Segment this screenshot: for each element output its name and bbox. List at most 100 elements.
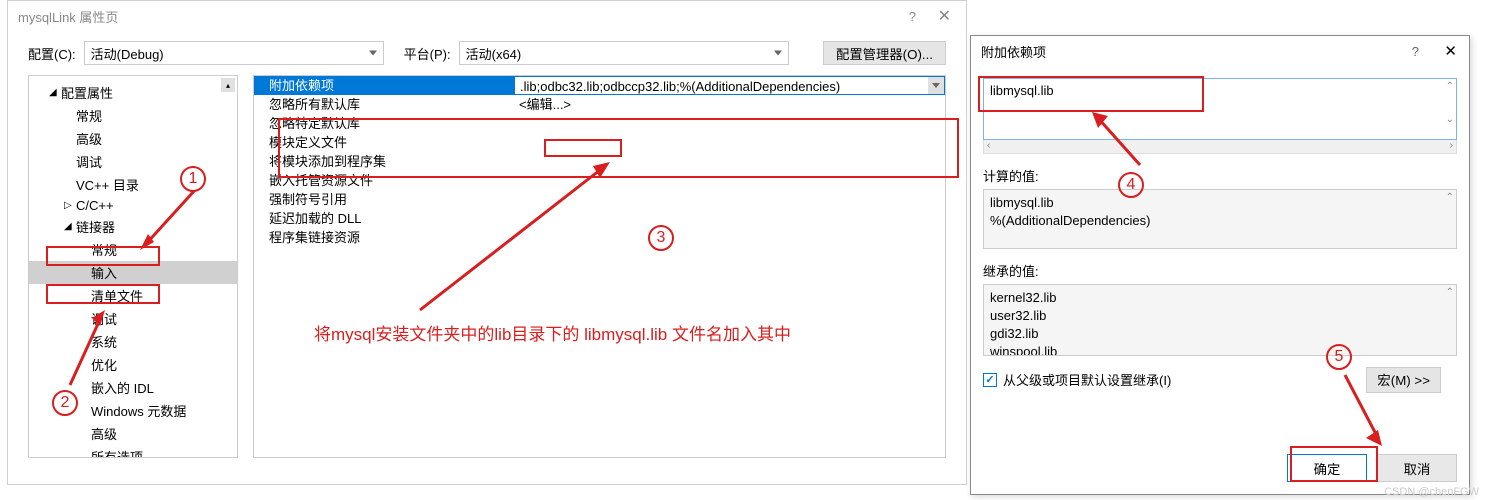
grid-label: 附加依赖项 — [254, 76, 514, 95]
tree-item-label: 系统 — [91, 332, 117, 351]
tree-item[interactable]: 高级 — [29, 422, 237, 445]
cancel-button[interactable]: 取消 — [1377, 454, 1457, 482]
dialog-help-icon[interactable]: ? — [1412, 44, 1419, 59]
property-page-window: mysqlLink 属性页 ? ✕ 配置(C): 活动(Debug) 平台(P)… — [7, 0, 967, 485]
titlebar: mysqlLink 属性页 ? ✕ — [8, 1, 966, 31]
grid-row[interactable]: 忽略特定默认库 — [254, 114, 945, 133]
tree-item-label: Windows 元数据 — [91, 401, 186, 420]
grid-label: 强制符号引用 — [254, 190, 514, 209]
grid-row[interactable]: 忽略所有默认库<编辑...> — [254, 95, 945, 114]
tree-panel: ▴ ◢配置属性常规高级调试VC++ 目录▷C/C++◢链接器常规输入清单文件调试… — [28, 75, 238, 458]
macro-button[interactable]: 宏(M) >> — [1366, 367, 1441, 393]
grid-value[interactable] — [514, 171, 945, 190]
tree-item[interactable]: 输入 — [29, 261, 237, 284]
deps-input-value: libmysql.lib — [990, 83, 1054, 98]
grid-row[interactable]: 将模块添加到程序集 — [254, 152, 945, 171]
tree-arrow-icon: ▷ — [64, 200, 74, 211]
grid-label: 程序集链接资源 — [254, 228, 514, 247]
tree-item[interactable]: 高级 — [29, 127, 237, 150]
window-title: mysqlLink 属性页 — [18, 7, 956, 26]
tree-item[interactable]: 系统 — [29, 330, 237, 353]
config-value: 活动(Debug) — [91, 44, 164, 63]
grid-value[interactable] — [514, 190, 945, 209]
grid-row[interactable]: 延迟加载的 DLL — [254, 209, 945, 228]
inherit-value-line: gdi32.lib — [990, 325, 1450, 343]
tree-item-label: 嵌入的 IDL — [91, 378, 154, 397]
tree-item[interactable]: 常规 — [29, 104, 237, 127]
inherit-checkbox[interactable]: ✓ — [983, 373, 997, 387]
help-icon[interactable]: ? — [909, 9, 916, 24]
inherit-checkbox-label: 从父级或项目默认设置继承(I) — [1003, 370, 1171, 389]
scroll-up-icon[interactable]: ⌃ — [1446, 287, 1454, 298]
tree-item-label: 常规 — [76, 106, 102, 125]
config-select[interactable]: 活动(Debug) — [84, 41, 384, 65]
grid-value[interactable] — [514, 209, 945, 228]
scroll-up-icon[interactable]: ⌃ — [1446, 81, 1454, 92]
grid-row[interactable]: 附加依赖项.lib;odbc32.lib;odbccp32.lib;%(Addi… — [254, 76, 945, 95]
tree-item[interactable]: VC++ 目录 — [29, 173, 237, 196]
calc-values-box: ⌃ libmysql.lib%(AdditionalDependencies) — [983, 189, 1457, 249]
grid-value[interactable]: .lib;odbc32.lib;odbccp32.lib;%(Additiona… — [514, 76, 945, 95]
tree-item[interactable]: 清单文件 — [29, 284, 237, 307]
tree-item-label: 调试 — [91, 309, 117, 328]
tree-item[interactable]: 所有选项 — [29, 445, 237, 457]
chevron-down-icon[interactable] — [928, 77, 944, 94]
grid-value[interactable] — [514, 152, 945, 171]
ok-button[interactable]: 确定 — [1287, 454, 1367, 482]
grid-value[interactable] — [514, 228, 945, 247]
tree-item[interactable]: 调试 — [29, 150, 237, 173]
tree-item[interactable]: ▷C/C++ — [29, 196, 237, 215]
inherit-value-line: winspool.lib — [990, 343, 1450, 356]
dialog-close-icon[interactable]: ✕ — [1444, 42, 1457, 60]
tree-item[interactable]: 优化 — [29, 353, 237, 376]
tree-item-label: 调试 — [76, 152, 102, 171]
tree-item-label: VC++ 目录 — [76, 175, 139, 194]
grid-value[interactable] — [514, 133, 945, 152]
tree-item[interactable]: ◢链接器 — [29, 215, 237, 238]
grid-row[interactable]: 模块定义文件 — [254, 133, 945, 152]
h-scrollbar[interactable]: ‹› — [983, 140, 1457, 154]
close-icon[interactable]: ✕ — [938, 6, 951, 26]
deps-input[interactable]: libmysql.lib ⌃ ⌄ — [983, 78, 1457, 140]
tree-arrow-icon: ◢ — [64, 221, 74, 232]
grid-row[interactable]: 程序集链接资源 — [254, 228, 945, 247]
calc-value-line: libmysql.lib — [990, 194, 1450, 212]
tree-item-label: 清单文件 — [91, 286, 143, 305]
inherit-checkbox-row: ✓ 从父级或项目默认设置继承(I) 宏(M) >> — [983, 370, 1457, 389]
dialog-body: libmysql.lib ⌃ ⌄ ‹› 计算的值: ⌃ libmysql.lib… — [971, 66, 1469, 389]
inherit-values-box: ⌃ kernel32.libuser32.libgdi32.libwinspoo… — [983, 284, 1457, 356]
dialog-title: 附加依赖项 — [981, 42, 1046, 61]
platform-label: 平台(P): — [404, 44, 451, 63]
grid-label: 忽略特定默认库 — [254, 114, 514, 133]
tree-item[interactable]: 嵌入的 IDL — [29, 376, 237, 399]
grid-row[interactable]: 嵌入托管资源文件 — [254, 171, 945, 190]
scroll-up-icon[interactable]: ⌃ — [1446, 192, 1454, 203]
tree-item-label: 链接器 — [76, 217, 115, 236]
config-label: 配置(C): — [28, 44, 76, 63]
inherit-value-line: kernel32.lib — [990, 289, 1450, 307]
dialog-titlebar: 附加依赖项 ? ✕ — [971, 36, 1469, 66]
tree-item[interactable]: 调试 — [29, 307, 237, 330]
grid-label: 将模块添加到程序集 — [254, 152, 514, 171]
grid-value[interactable]: <编辑...> — [514, 95, 945, 114]
grid-row[interactable]: 强制符号引用 — [254, 190, 945, 209]
calc-value-line: %(AdditionalDependencies) — [990, 212, 1450, 230]
platform-select[interactable]: 活动(x64) — [459, 41, 789, 65]
main-content: ▴ ◢配置属性常规高级调试VC++ 目录▷C/C++◢链接器常规输入清单文件调试… — [8, 75, 966, 478]
tree-item-label: 高级 — [76, 129, 102, 148]
inherit-value-line: user32.lib — [990, 307, 1450, 325]
tree-item-label: 所有选项 — [91, 447, 143, 457]
tree-item[interactable]: Windows 元数据 — [29, 399, 237, 422]
grid-value[interactable] — [514, 114, 945, 133]
scroll-down-icon[interactable]: ⌄ — [1446, 114, 1454, 125]
tree-item[interactable]: ◢配置属性 — [29, 81, 237, 104]
calc-label: 计算的值: — [983, 166, 1457, 185]
dialog-buttons: 确定 取消 — [1287, 454, 1457, 482]
platform-value: 活动(x64) — [466, 44, 522, 63]
config-manager-button[interactable]: 配置管理器(O)... — [823, 41, 946, 65]
tree-item-label: 优化 — [91, 355, 117, 374]
tree-item-label: 输入 — [91, 263, 117, 282]
inherit-label: 继承的值: — [983, 261, 1457, 280]
tree-item[interactable]: 常规 — [29, 238, 237, 261]
scroll-up-icon[interactable]: ▴ — [221, 78, 235, 92]
